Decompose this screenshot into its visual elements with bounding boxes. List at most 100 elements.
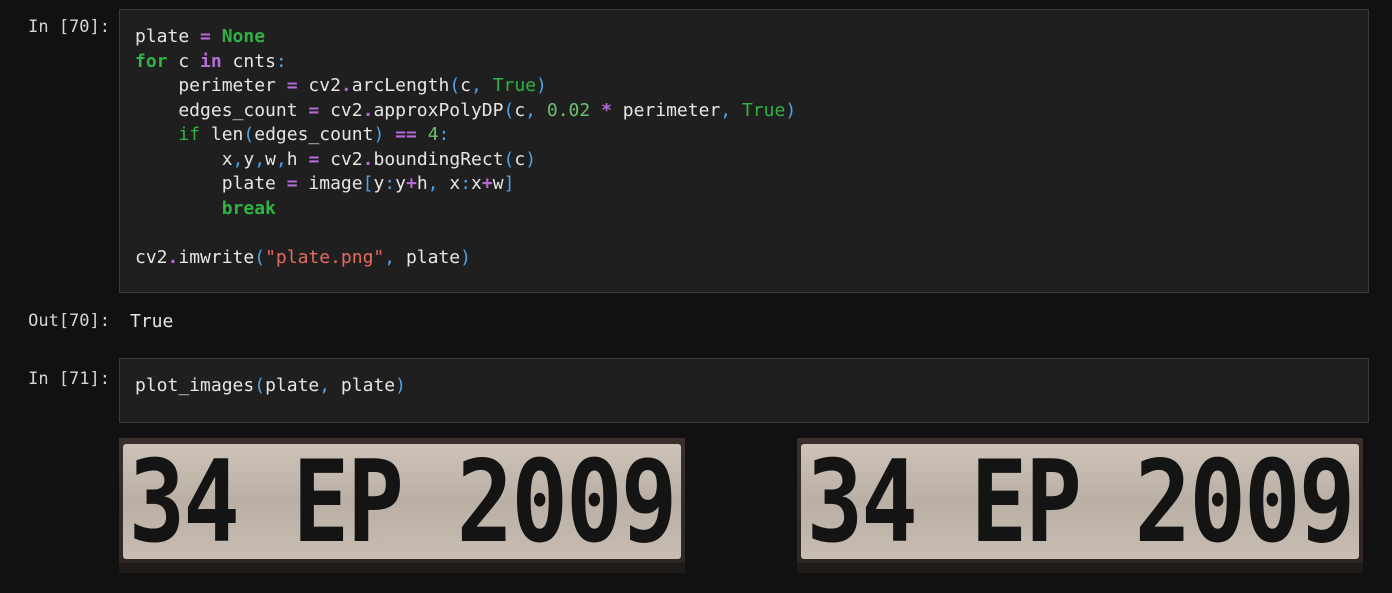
code-token: :	[384, 173, 396, 194]
code-token: w	[265, 148, 276, 170]
code-token: plate	[265, 375, 320, 396]
code-token: x	[135, 148, 233, 170]
code-token: c	[514, 148, 526, 170]
code-token: perimeter	[135, 75, 287, 96]
code-token: c	[514, 99, 526, 121]
code-token: cnts	[221, 50, 276, 72]
code-token: x	[471, 173, 482, 194]
code-line: edges_count = cv2.approxPolyDP(c, 0.02 *…	[135, 99, 1353, 124]
code-token: =	[286, 75, 298, 96]
code-line: break	[135, 197, 1353, 222]
code-token: True	[492, 75, 537, 96]
code-token: :	[275, 50, 287, 72]
code-token: ,	[254, 148, 266, 170]
plate-background: 34 EP 2009	[801, 438, 1359, 568]
code-token: in	[200, 50, 222, 72]
code-token: )	[373, 124, 385, 145]
code-editor[interactable]: plate = None for c in cnts: perimeter = c…	[120, 10, 1368, 285]
code-token: +	[481, 173, 493, 194]
code-token: perimeter	[611, 99, 721, 121]
code-token: ,	[471, 75, 482, 96]
code-token: (	[503, 99, 515, 121]
code-token: (	[254, 375, 266, 396]
code-token: (	[254, 246, 266, 268]
code-token: w	[492, 173, 504, 194]
code-token: plot_images	[135, 375, 255, 396]
code-token: c	[167, 50, 201, 72]
code-token: plate	[135, 26, 201, 47]
code-token: arcLength	[351, 75, 450, 96]
code-token: ,	[232, 148, 244, 170]
code-token: plate	[395, 246, 461, 268]
plate-background: 34 EP 2009	[123, 438, 681, 568]
code-token: )	[395, 375, 406, 396]
code-token: approxPolyDP	[373, 99, 504, 121]
code-token: 0.02	[546, 99, 591, 121]
plate-image-right: 34 EP 2009	[797, 438, 1363, 573]
code-line: x,y,w,h = cv2.boundingRect(c)	[135, 148, 1353, 173]
code-token: cv2	[319, 148, 363, 170]
code-token: boundingRect	[373, 148, 504, 170]
code-token: len	[200, 124, 244, 145]
code-token: edges_count	[135, 99, 309, 121]
code-token: =	[200, 26, 211, 47]
code-token: plate	[330, 375, 396, 396]
code-token: :	[460, 173, 472, 194]
plate-characters: 34 EP 2009	[806, 438, 1356, 568]
code-line: cv2.imwrite("plate.png", plate)	[135, 246, 1353, 271]
plate-bottom-strip	[119, 563, 685, 573]
code-token: =	[308, 148, 320, 170]
code-line: perimeter = cv2.arcLength(c, True)	[135, 74, 1353, 99]
output-value: True	[130, 311, 174, 332]
code-line: if len(edges_count) == 4:	[135, 123, 1353, 148]
input-prompt-71: In [71]:	[28, 369, 110, 389]
code-token: (	[449, 75, 461, 96]
code-token: .	[167, 246, 179, 268]
code-token: imwrite	[178, 246, 255, 268]
code-cell-71[interactable]: plot_images(plate, plate)	[119, 358, 1369, 423]
code-token: (	[503, 148, 515, 170]
code-token: 4	[427, 124, 439, 145]
code-token: :	[438, 124, 450, 145]
code-token: for	[135, 50, 168, 72]
code-token: x	[438, 173, 461, 194]
code-token: =	[286, 173, 298, 194]
code-line: plot_images(plate, plate)	[135, 374, 1353, 399]
code-token: .	[362, 99, 374, 121]
plate-image-left: 34 EP 2009	[119, 438, 685, 573]
code-token: y	[243, 148, 255, 170]
code-token: *	[601, 99, 612, 121]
code-editor[interactable]: plot_images(plate, plate)	[120, 359, 1368, 414]
code-token: edges_count	[254, 124, 374, 145]
code-token: cv2	[135, 246, 168, 268]
code-token: if	[178, 124, 201, 145]
code-token: cv2	[297, 75, 341, 96]
output-prompt-70: Out[70]:	[28, 311, 110, 331]
code-token: ,	[319, 375, 331, 396]
code-token: .	[362, 148, 374, 170]
code-token: h	[416, 173, 428, 194]
code-token: ,	[384, 246, 396, 268]
code-token: .	[340, 75, 352, 96]
plate-characters: 34 EP 2009	[128, 438, 678, 568]
code-token: (	[243, 124, 255, 145]
code-token: cv2	[319, 99, 363, 121]
code-token: )	[525, 148, 537, 170]
code-token: )	[536, 75, 547, 96]
code-token: c	[460, 75, 471, 96]
code-token: =	[308, 99, 320, 121]
code-token: )	[785, 99, 797, 121]
code-cell-70[interactable]: plate = None for c in cnts: perimeter = c…	[119, 9, 1369, 293]
code-token: ,	[275, 148, 287, 170]
code-token: y	[395, 173, 406, 194]
code-token: ==	[395, 124, 417, 145]
